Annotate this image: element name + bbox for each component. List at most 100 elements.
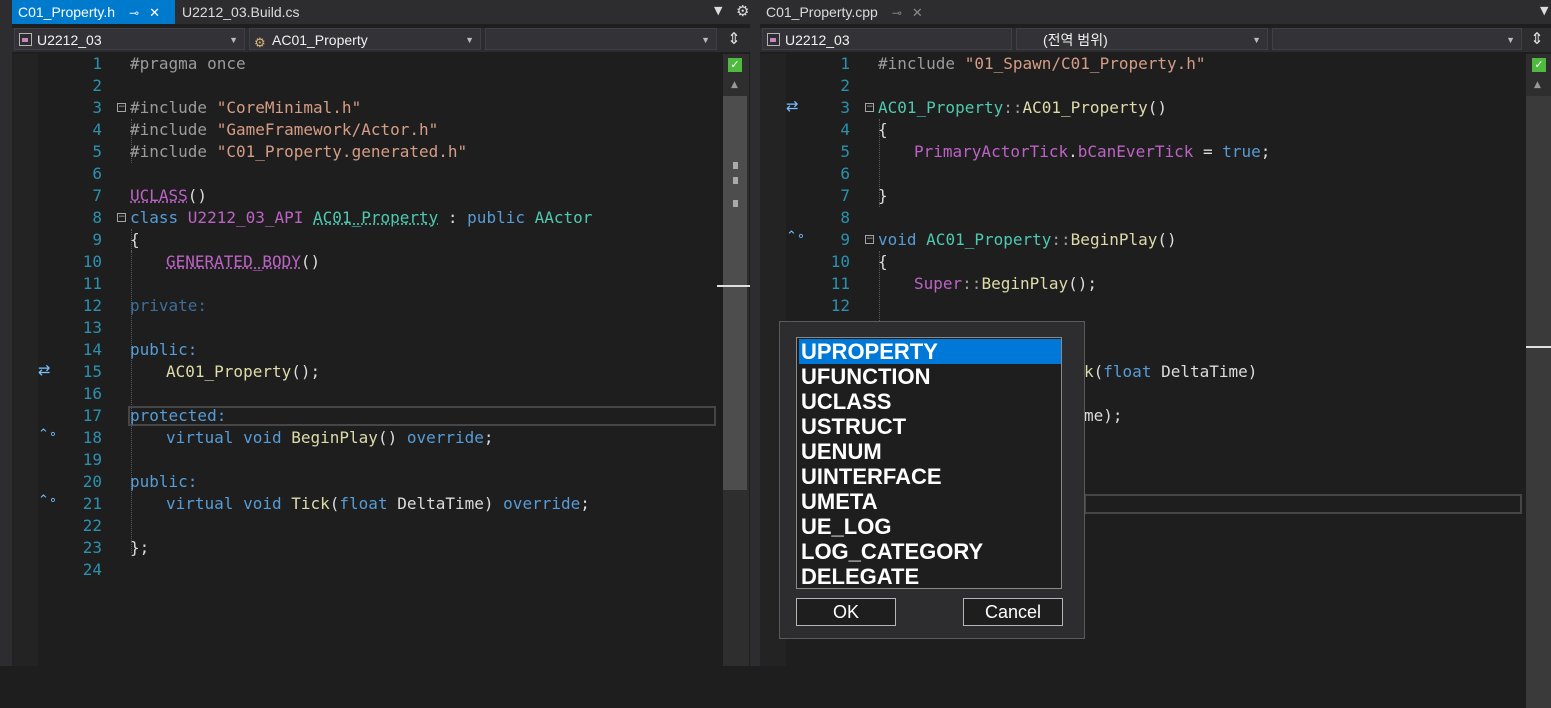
class-name: AC01_Property [313, 208, 439, 227]
collapse-toggle[interactable]: − [865, 235, 874, 244]
line-number: 6 [840, 164, 850, 183]
line-number: 14 [82, 340, 102, 359]
current-line-highlight [1084, 494, 1522, 514]
list-item[interactable]: USTRUCT [799, 414, 1061, 439]
macro: UCLASS [130, 186, 188, 205]
punct: () [377, 428, 407, 447]
list-item[interactable]: DELEGATE [799, 564, 1061, 589]
tab-list-dropdown-icon[interactable]: ▼ [1540, 4, 1548, 17]
cancel-button[interactable]: Cancel [963, 598, 1063, 626]
code-line-15-partial: k(float DeltaTime) [1084, 361, 1257, 383]
line-number: 17 [82, 406, 102, 425]
list-item[interactable]: UINTERFACE [799, 464, 1061, 489]
pane-splitter[interactable] [750, 0, 760, 666]
collapse-toggle[interactable]: − [865, 103, 874, 112]
member-combo[interactable]: ▼ [1272, 28, 1522, 50]
list-item[interactable]: UMETA [799, 489, 1061, 514]
chevron-down-icon: ▼ [701, 35, 710, 45]
override-icon[interactable]: ⌃∘ [38, 427, 57, 442]
code-line-7: UCLASS() [130, 185, 207, 207]
include-directive: #include [130, 120, 217, 139]
keyword: virtual void [166, 428, 292, 447]
gear-icon[interactable]: ⚙ [736, 2, 749, 20]
macro: GENERATED_BODY [166, 252, 301, 271]
code-line-1: #pragma once [130, 53, 246, 75]
tab-build-cs[interactable]: U2212_03.Build.cs [176, 0, 326, 24]
punct: () [1157, 230, 1177, 249]
left-vertical-scrollbar[interactable]: ✓ ▲ [717, 54, 753, 666]
brace: { [130, 230, 140, 249]
split-icon[interactable]: ⇕ [723, 28, 745, 50]
line-number: 9 [92, 230, 102, 249]
ok-button[interactable]: OK [796, 598, 896, 626]
code-line-10: GENERATED_BODY() [166, 251, 320, 273]
punct: ; [1260, 142, 1271, 161]
right-vertical-scrollbar[interactable]: ✓ ▲ [1526, 54, 1551, 708]
line-number: 10 [82, 252, 102, 271]
line-number: 8 [840, 208, 850, 227]
punct: ; [483, 428, 494, 447]
pin-icon[interactable]: ⊸ [129, 6, 139, 20]
go-to-definition-icon[interactable]: ⇄ [38, 361, 51, 379]
code-line-11: Super::BeginPlay(); [914, 273, 1097, 295]
punct: () [187, 186, 208, 205]
check-icon: ✓ [1532, 58, 1546, 72]
override-icon[interactable]: ⌃∘ [786, 229, 805, 244]
keyword: class [130, 208, 188, 227]
project-combo[interactable]: U2212_03 [762, 28, 1012, 50]
close-icon[interactable]: ✕ [149, 5, 160, 20]
check-icon: ✓ [728, 58, 742, 72]
access-specifier: protected: [130, 406, 227, 425]
keyword: virtual void [166, 494, 292, 513]
class-combo[interactable]: ⚙ AC01_Property ▼ [249, 28, 481, 50]
function-name: AC01_Property [1022, 98, 1148, 117]
go-to-definition-icon[interactable]: ⇄ [786, 97, 799, 115]
code-line-9: void AC01_Property::BeginPlay() [878, 229, 1177, 251]
line-number: 12 [830, 296, 850, 315]
list-item[interactable]: UE_LOG [799, 514, 1061, 539]
scroll-up-arrow-icon[interactable]: ▲ [1534, 80, 1541, 90]
scroll-up-arrow-icon[interactable]: ▲ [731, 80, 738, 90]
tab-list-dropdown-icon[interactable]: ▼ [714, 4, 722, 17]
collapse-toggle[interactable]: − [117, 213, 126, 222]
chevron-down-icon: ▼ [1252, 35, 1261, 45]
macro-listbox[interactable]: UPROPERTY UFUNCTION UCLASS USTRUCT UENUM UINT… [796, 337, 1062, 589]
class-name: AC01_Property [878, 98, 1004, 117]
code-line-17: protected: [130, 405, 226, 427]
list-item[interactable]: UFUNCTION [799, 364, 1061, 389]
param: DeltaTime) [387, 494, 504, 513]
code-line-21: virtual void Tick(float DeltaTime) overr… [166, 493, 590, 515]
scroll-thumb[interactable] [1526, 96, 1551, 708]
split-icon[interactable]: ⇕ [1526, 28, 1548, 50]
pin-icon[interactable]: ⊸ [892, 6, 902, 20]
left-window-strip [0, 0, 12, 666]
scroll-thumb[interactable] [723, 96, 747, 490]
list-item[interactable]: LOG_CATEGORY [799, 539, 1061, 564]
project-combo[interactable]: U2212_03 ▼ [14, 28, 245, 50]
scroll-marker [733, 162, 738, 169]
close-icon[interactable]: ✕ [912, 5, 923, 20]
scope-combo[interactable]: (전역 범위) ▼ [1016, 28, 1268, 50]
line-number: 11 [82, 274, 102, 293]
tab-c01-property-cpp[interactable]: C01_Property.cpp ⊸ ✕ [760, 0, 940, 24]
code-line-1: #include "01_Spawn/C01_Property.h" [878, 53, 1206, 75]
member-combo[interactable]: ▼ [485, 28, 717, 50]
punct: (); [291, 362, 321, 381]
line-number: 21 [82, 494, 102, 513]
list-item[interactable]: UENUM [799, 439, 1061, 464]
class-icon: ⚙ [254, 35, 266, 50]
override-icon[interactable]: ⌃∘ [38, 493, 57, 508]
function-name: BeginPlay [981, 274, 1069, 293]
code-line-4: { [878, 119, 888, 141]
tab-c01-property-h[interactable]: C01_Property.h ⊸ ✕ [12, 0, 175, 24]
list-item[interactable]: UCLASS [799, 389, 1061, 414]
collapse-toggle[interactable]: − [117, 103, 126, 112]
line-number: 4 [92, 120, 102, 139]
scope-combo-value: (전역 범위) [1043, 32, 1108, 48]
line-number: 6 [92, 164, 102, 183]
include-path: "GameFramework/Actor.h" [216, 120, 439, 139]
code-line-10: { [878, 251, 888, 273]
list-item[interactable]: UPROPERTY [799, 339, 1061, 364]
function-name: BeginPlay [291, 428, 378, 447]
